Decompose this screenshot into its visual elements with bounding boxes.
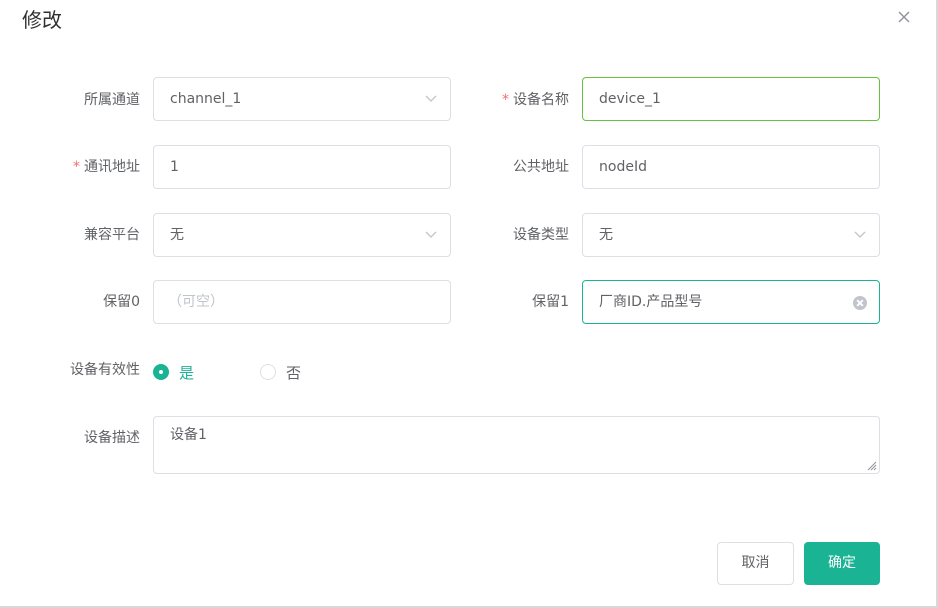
close-icon[interactable] bbox=[897, 10, 911, 24]
edit-dialog: 修改 所属通道 channel_1 * 设备名称 device_1 * 通讯地址 1… bbox=[0, 0, 938, 608]
confirm-button[interactable]: 确定 bbox=[804, 542, 880, 585]
validity-label: 设备有效性 bbox=[70, 362, 140, 378]
clear-icon[interactable] bbox=[853, 296, 867, 310]
common-address-value: nodeId bbox=[599, 159, 647, 175]
description-textarea[interactable]: 设备1 bbox=[153, 416, 880, 474]
reserve0-label: 保留0 bbox=[103, 294, 140, 310]
radio-unchecked-icon bbox=[260, 364, 276, 380]
platform-value: 无 bbox=[170, 227, 184, 243]
address-value: 1 bbox=[170, 159, 179, 175]
radio-no-label: 否 bbox=[286, 363, 302, 382]
address-input[interactable]: 1 bbox=[153, 145, 451, 189]
reserve0-input[interactable]: （可空） bbox=[153, 280, 451, 324]
common-address-input[interactable]: nodeId bbox=[582, 145, 880, 189]
device-type-select[interactable]: 无 bbox=[582, 213, 880, 257]
device-name-value: device_1 bbox=[599, 91, 661, 107]
radio-yes[interactable]: 是 bbox=[153, 362, 194, 382]
device-type-label: 设备类型 bbox=[513, 227, 569, 243]
device-type-value: 无 bbox=[599, 227, 613, 243]
reserve1-value: 厂商ID.产品型号 bbox=[599, 294, 703, 310]
device-name-input[interactable]: device_1 bbox=[582, 77, 880, 121]
channel-select[interactable]: channel_1 bbox=[153, 77, 451, 121]
channel-label: 所属通道 bbox=[84, 92, 140, 108]
radio-no[interactable]: 否 bbox=[260, 362, 301, 382]
chevron-down-icon bbox=[425, 95, 437, 102]
channel-value: channel_1 bbox=[170, 91, 242, 107]
radio-yes-label: 是 bbox=[179, 363, 195, 382]
reserve1-label: 保留1 bbox=[532, 294, 569, 310]
dialog-title: 修改 bbox=[22, 8, 62, 32]
description-label: 设备描述 bbox=[84, 430, 140, 446]
cancel-button[interactable]: 取消 bbox=[717, 542, 794, 585]
resize-handle-icon[interactable] bbox=[865, 459, 877, 471]
platform-label: 兼容平台 bbox=[84, 227, 140, 243]
platform-select[interactable]: 无 bbox=[153, 213, 451, 257]
common-address-label: 公共地址 bbox=[513, 159, 569, 175]
chevron-down-icon bbox=[854, 231, 866, 238]
description-value: 设备1 bbox=[170, 427, 207, 443]
reserve1-input[interactable]: 厂商ID.产品型号 bbox=[582, 280, 880, 324]
reserve0-placeholder: （可空） bbox=[168, 294, 224, 310]
radio-checked-icon bbox=[153, 364, 169, 380]
address-label: * 通讯地址 bbox=[73, 159, 140, 175]
chevron-down-icon bbox=[425, 231, 437, 238]
device-name-label: * 设备名称 bbox=[502, 92, 569, 108]
